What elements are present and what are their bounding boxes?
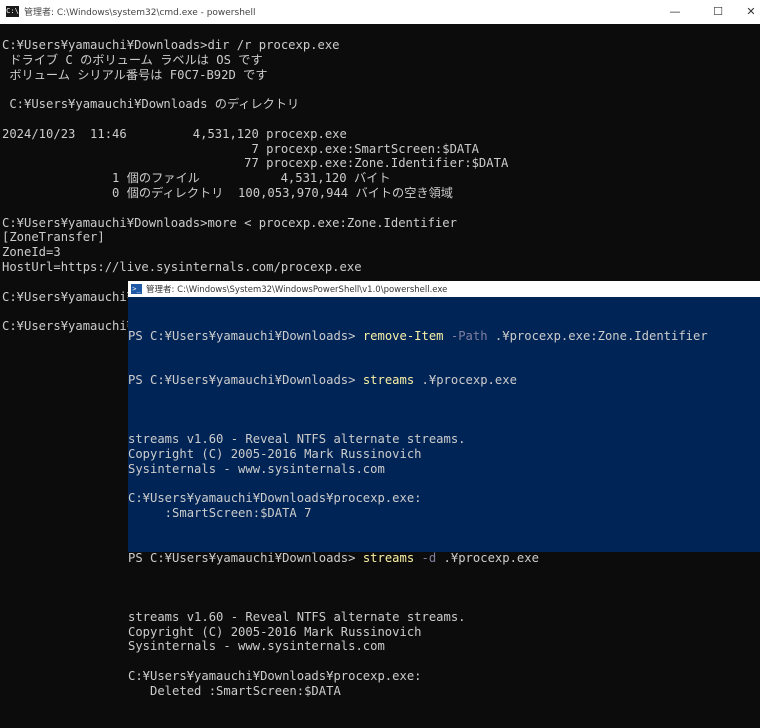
ps-output-block: streams v1.60 - Reveal NTFS alternate st… bbox=[128, 595, 760, 699]
console-line: C:¥Users¥yamauchi¥Downloads¥procexp.exe: bbox=[128, 668, 422, 683]
close-button[interactable]: ✕ bbox=[734, 0, 760, 24]
powershell-window-title: 管理者: C:\Windows\System32\WindowsPowerShe… bbox=[146, 285, 448, 295]
console-line: 0 個のディレクトリ 100,053,970,944 バイトの空き領域 bbox=[2, 185, 453, 200]
ps-cmdlet: streams bbox=[362, 550, 415, 565]
console-line: ボリューム シリアル番号は F0C7-B92D です bbox=[2, 67, 268, 82]
ps-parameter: -d bbox=[414, 550, 437, 565]
powershell-window[interactable]: >_ 管理者: C:\Windows\System32\WindowsPower… bbox=[128, 281, 760, 698]
ps-cmdlet: remove-Item bbox=[362, 328, 444, 343]
console-line: 77 procexp.exe:Zone.Identifier:$DATA bbox=[2, 156, 509, 171]
powershell-app-icon: >_ bbox=[131, 284, 142, 294]
console-line: Sysinternals - www.sysinternals.com bbox=[128, 639, 385, 654]
cmd-app-icon: C:\ bbox=[6, 6, 19, 17]
console-line: [ZoneTransfer] bbox=[2, 230, 105, 245]
maximize-button[interactable]: ☐ bbox=[701, 0, 735, 24]
console-line: streams v1.60 - Reveal NTFS alternate st… bbox=[128, 432, 466, 447]
console-line: Sysinternals - www.sysinternals.com bbox=[128, 461, 385, 476]
ps-command-line: PS C:¥Users¥yamauchi¥Downloads> streams … bbox=[128, 551, 760, 566]
console-line: ドライブ C のボリューム ラベルは OS です bbox=[2, 52, 263, 67]
console-line: Copyright (C) 2005-2016 Mark Russinovich bbox=[128, 446, 422, 461]
cmd-titlebar[interactable]: C:\ 管理者: C:\Windows\system32\cmd.exe - p… bbox=[0, 0, 760, 24]
console-line: :SmartScreen:$DATA 7 bbox=[128, 506, 312, 521]
ps-command-line: PS C:¥Users¥yamauchi¥Downloads> remove-I… bbox=[128, 329, 760, 344]
ps-parameter: -Path bbox=[443, 328, 488, 343]
ps-argument: .¥procexp.exe:Zone.Identifier bbox=[487, 328, 708, 343]
console-line: C:¥Users¥yamauchi¥Downloads のディレクトリ bbox=[2, 97, 300, 112]
console-line: C:¥Users¥yamauchi¥Downloads¥procexp.exe: bbox=[128, 491, 422, 506]
console-line: Deleted :SmartScreen:$DATA bbox=[128, 683, 341, 698]
minimize-button[interactable]: — bbox=[658, 0, 692, 24]
cmd-window-title: 管理者: C:\Windows\system32\cmd.exe - power… bbox=[24, 8, 256, 18]
console-line: HostUrl=https://live.sysinternals.com/pr… bbox=[2, 259, 362, 274]
console-line: 2024/10/23 11:46 4,531,120 procexp.exe bbox=[2, 126, 347, 141]
console-line: C:¥Users¥yamauchi¥Downloads>dir /r proce… bbox=[2, 38, 340, 52]
ps-prompt: PS C:¥Users¥yamauchi¥Downloads> bbox=[128, 550, 363, 565]
console-line: ZoneId=3 bbox=[2, 245, 61, 260]
ps-argument: .¥procexp.exe bbox=[436, 550, 539, 565]
ps-command-line: PS C:¥Users¥yamauchi¥Downloads> streams … bbox=[128, 373, 760, 388]
ps-prompt: PS C:¥Users¥yamauchi¥Downloads> bbox=[128, 328, 363, 343]
console-line: streams v1.60 - Reveal NTFS alternate st… bbox=[128, 609, 466, 624]
console-line: C:¥Users¥yamauchi¥Downloads>more < proce… bbox=[2, 215, 457, 230]
ps-cmdlet: streams bbox=[362, 372, 415, 387]
console-line: Copyright (C) 2005-2016 Mark Russinovich bbox=[128, 624, 422, 639]
ps-output-block: streams v1.60 - Reveal NTFS alternate st… bbox=[128, 417, 760, 521]
powershell-titlebar[interactable]: >_ 管理者: C:\Windows\System32\WindowsPower… bbox=[128, 281, 760, 297]
ps-argument: .¥procexp.exe bbox=[414, 372, 517, 387]
powershell-console-output[interactable]: PS C:¥Users¥yamauchi¥Downloads> remove-I… bbox=[128, 299, 760, 728]
console-line: 7 procexp.exe:SmartScreen:$DATA bbox=[2, 141, 479, 156]
console-line: 1 個のファイル 4,531,120 バイト bbox=[2, 171, 391, 186]
ps-prompt: PS C:¥Users¥yamauchi¥Downloads> bbox=[128, 372, 363, 387]
